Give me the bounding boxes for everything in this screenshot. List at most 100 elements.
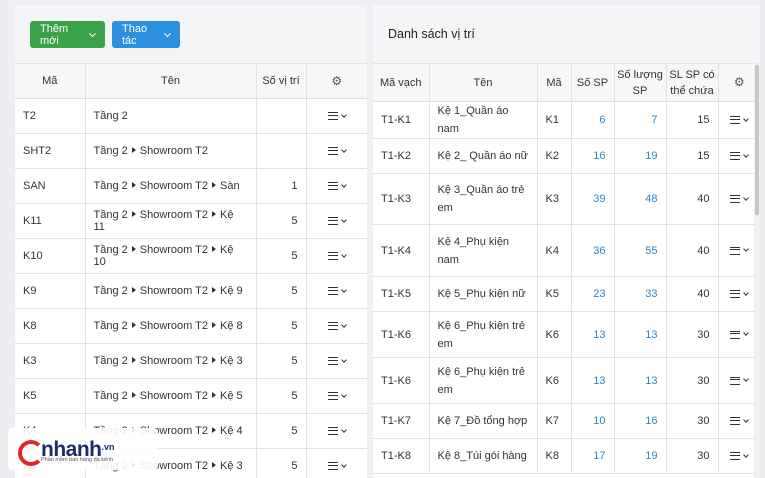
hamburger-icon [730,246,741,255]
path-segment: Tầng 2 [93,285,128,297]
sp-count-link[interactable]: 6 [571,101,615,139]
qty-link[interactable]: 13 [614,311,667,358]
col-sp-count-header[interactable]: Số SP [571,63,615,102]
sp-count-link[interactable]: 17 [571,438,615,474]
qty-link[interactable]: 16 [614,403,667,439]
col-qty-header[interactable]: Số lượng SP [614,63,667,102]
sp-count-link[interactable]: 10 [571,403,615,439]
capacity-cell: 30 [666,357,719,404]
location-code: K9 [15,273,86,309]
table-row[interactable]: T1-K8 Kệ 8_Túi gói hàng K8 17 19 30 [373,438,760,474]
path-segment: Showroom T2 [139,209,209,221]
code-cell: K8 [537,438,572,474]
chevron-down-icon [340,321,347,328]
row-menu-button[interactable] [306,98,367,134]
col-code-header[interactable]: Mã [15,63,86,99]
col-code-header[interactable]: Mã [537,63,572,102]
location-count [256,133,307,169]
scrollbar-thumb[interactable] [755,65,759,215]
sp-count-link[interactable]: 13 [571,357,615,404]
add-new-button[interactable]: Thêm mới [30,21,105,48]
row-menu [727,289,753,298]
location-count: 5 [256,343,307,379]
table-row[interactable]: K9 Tầng 2 Showroom T2 Kệ 9 5 [15,273,367,309]
table-row[interactable]: SHT2 Tầng 2 Showroom T2 [15,133,367,169]
row-menu-button[interactable] [306,203,367,239]
row-menu-button[interactable] [306,238,367,274]
table-row[interactable]: SAN Tầng 2 Showroom T2 Sàn 1 [15,168,367,204]
caret-right-icon [131,357,136,364]
qty-link[interactable]: 19 [614,438,667,474]
path-segment: Tầng 2 [93,209,128,221]
table-row[interactable]: K5 Tầng 2 Showroom T2 Kệ 5 5 [15,378,367,414]
row-menu [315,321,360,330]
col-name-header[interactable]: Tên [85,63,257,99]
qty-link[interactable]: 19 [614,138,667,174]
chevron-down-icon [89,29,97,37]
row-menu-button[interactable] [306,343,367,379]
qty-link[interactable]: 13 [614,357,667,404]
table-row[interactable]: T1-K3 Kệ 3_Quần áo trẻ em K3 39 48 40 [373,173,760,225]
table-row[interactable]: T1-K1 Kệ 1_Quần áo nam K1 6 7 15 [373,101,760,139]
table-row[interactable]: T1-K5 Kệ 5_Phụ kiện nữ K5 23 33 40 [373,276,760,312]
barcode-cell: T1-K8 [373,438,430,474]
col-name-header[interactable]: Tên [429,63,538,102]
qty-link[interactable]: 33 [614,276,667,312]
caret-right-icon [131,147,136,154]
location-list-panel: Danh sách vị trí Mã vạch Tên Mã Số SP Số… [373,5,760,478]
column-settings-button[interactable]: ⚙ [306,63,367,99]
col-count-header[interactable]: Số vị trí [256,63,307,99]
name-cell: Kệ 8_Túi gói hàng [429,438,538,474]
table-row[interactable]: T1-K2 Kệ 2_ Quần áo nữ K2 16 19 15 [373,138,760,174]
location-path: Tầng 2 Showroom T2 Kệ 5 [85,378,257,414]
sp-count-link[interactable]: 16 [571,138,615,174]
sp-count-link[interactable]: 23 [571,276,615,312]
table-row[interactable]: T1-K7 Kệ 7_Đồ tổng hợp K7 10 16 30 [373,403,760,439]
name-cell: Kệ 3_Quần áo trẻ em [429,173,538,225]
sp-count-link[interactable]: 36 [571,224,615,277]
location-path: Tầng 2 Showroom T2 [85,133,257,169]
location-code: K5 [15,378,86,414]
col-barcode-header[interactable]: Mã vạch [373,63,430,102]
row-menu-button[interactable] [306,448,367,478]
add-new-label: Thêm mới [40,22,69,47]
location-code: K10 [15,238,86,274]
actions-button[interactable]: Thao tác [112,21,180,48]
row-menu-button[interactable] [306,133,367,169]
col-capacity-header[interactable]: SL SP có thể chứa [666,63,719,102]
table-row[interactable]: K10 Tầng 2 Showroom T2 Kệ 10 5 [15,238,367,274]
table-row[interactable]: T2 Tầng 2 [15,98,367,134]
location-count: 5 [256,378,307,414]
path-segment: Kệ 5 [220,390,243,402]
sp-count-link[interactable]: 13 [571,311,615,358]
row-menu-button[interactable] [306,308,367,344]
row-menu-button[interactable] [306,273,367,309]
location-count: 1 [256,168,307,204]
row-menu-button[interactable] [306,168,367,204]
table-row[interactable]: K3 Tầng 2 Showroom T2 Kệ 3 5 [15,343,367,379]
table-row[interactable]: T1-K4 Kệ 4_Phụ kiện nam K4 36 55 40 [373,224,760,277]
caret-right-icon [131,287,136,294]
table-row[interactable]: T1-K6 Kệ 6_Phụ kiện trẻ em K6 13 13 30 [373,311,760,358]
qty-link[interactable]: 48 [614,173,667,225]
row-menu [727,194,753,203]
qty-link[interactable]: 55 [614,224,667,277]
hamburger-icon [327,322,338,330]
barcode-cell: T1-K7 [373,403,430,439]
chevron-down-icon [340,286,347,293]
row-menu [727,416,753,425]
table-row[interactable]: K11 Tầng 2 Showroom T2 Kệ 11 5 [15,203,367,239]
hamburger-icon [327,357,338,365]
qty-link[interactable]: 7 [614,101,667,139]
table-row[interactable]: K8 Tầng 2 Showroom T2 Kệ 8 5 [15,308,367,344]
location-code: T2 [15,98,86,134]
row-menu-button[interactable] [306,413,367,449]
row-menu-button[interactable] [306,378,367,414]
chevron-down-icon [340,181,347,188]
barcode-cell: T1-K4 [373,224,430,277]
table-row[interactable]: T1-K6 Kệ 6_Phụ kiện trẻ em K6 13 13 30 [373,357,760,404]
sp-count-link[interactable]: 39 [571,173,615,225]
name-cell: Kệ 6_Phụ kiện trẻ em [429,357,538,404]
location-list-title: Danh sách vị trí [388,27,475,41]
location-code: SAN [15,168,86,204]
